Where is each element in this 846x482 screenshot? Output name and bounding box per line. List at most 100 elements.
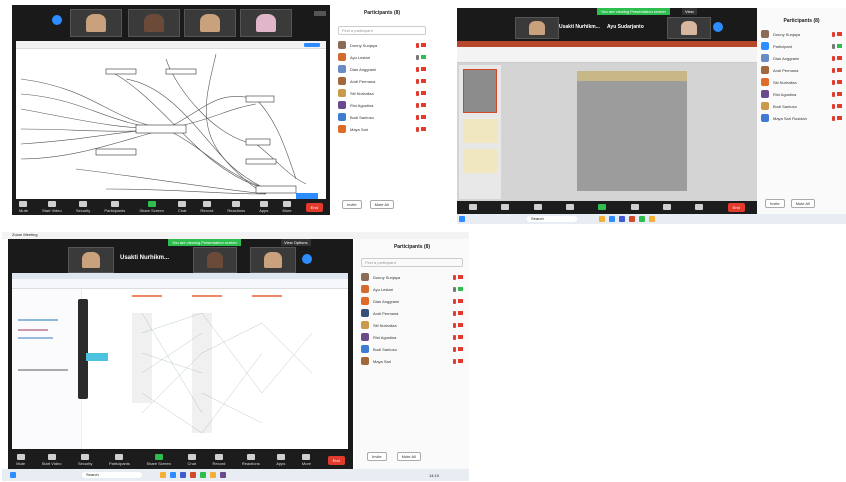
participant-row[interactable]: Andi Permana xyxy=(361,307,463,319)
security-button[interactable]: Security xyxy=(78,454,92,466)
record-button[interactable]: Record xyxy=(212,454,225,466)
participant-row[interactable]: Donny Sunjaya xyxy=(338,39,426,51)
mic-muted-icon[interactable] xyxy=(832,31,835,37)
video-thumb-presenter[interactable] xyxy=(68,247,114,273)
participant-row[interactable]: Participant xyxy=(761,40,842,52)
participant-row[interactable]: Dian Anggraini xyxy=(338,63,426,75)
participant-row[interactable]: Maya Sari Rosidah xyxy=(761,112,842,124)
record-button[interactable] xyxy=(663,204,672,211)
start-video-button[interactable] xyxy=(501,204,510,211)
mic-muted-icon[interactable] xyxy=(453,322,456,328)
participant-row[interactable]: Donny Sunjaya xyxy=(761,28,842,40)
reactions-button[interactable]: Reactions xyxy=(227,201,245,213)
mute-all-button[interactable]: Mute All xyxy=(790,199,815,208)
video-off-icon[interactable] xyxy=(421,103,426,107)
video-thumb-presenter[interactable] xyxy=(515,17,559,39)
mic-muted-icon[interactable] xyxy=(416,126,419,132)
video-off-icon[interactable] xyxy=(458,323,463,327)
video-off-icon[interactable] xyxy=(837,104,842,108)
participant-row[interactable]: Budi Santoso xyxy=(338,111,426,123)
annotation-toolbar[interactable] xyxy=(78,299,88,399)
security-button[interactable]: Security xyxy=(76,201,90,213)
participant-row[interactable]: Dian Anggraini xyxy=(761,52,842,64)
participant-row[interactable]: Maya Sari xyxy=(361,355,463,367)
slide-thumb-1[interactable] xyxy=(463,69,497,113)
chat-button[interactable]: Chat xyxy=(178,201,186,213)
mute-button[interactable] xyxy=(469,204,478,211)
start-icon[interactable] xyxy=(459,216,465,222)
view-options-button[interactable]: View Options xyxy=(281,239,311,246)
apps-button[interactable]: Apps xyxy=(276,454,285,466)
mic-muted-icon[interactable] xyxy=(832,103,835,109)
video-thumb-4[interactable] xyxy=(240,9,292,37)
mic-icon[interactable] xyxy=(416,54,419,60)
taskbar-search-input[interactable]: Search xyxy=(82,472,142,478)
participant-row[interactable]: Rini Agustina xyxy=(338,99,426,111)
video-off-icon[interactable] xyxy=(837,68,842,72)
video-icon[interactable] xyxy=(458,287,463,291)
video-off-icon[interactable] xyxy=(837,80,842,84)
security-button[interactable] xyxy=(533,204,542,211)
slide-thumb-3[interactable] xyxy=(463,149,497,173)
mute-all-button[interactable]: Mute All xyxy=(369,200,394,209)
mic-muted-icon[interactable] xyxy=(416,114,419,120)
mic-muted-icon[interactable] xyxy=(453,298,456,304)
app-icon[interactable] xyxy=(160,472,166,478)
participant-row[interactable]: Ayu Lestari xyxy=(338,51,426,63)
participants-button[interactable] xyxy=(566,204,575,211)
participants-button[interactable]: Participants xyxy=(109,454,130,466)
start-video-button[interactable]: Start Video xyxy=(42,201,62,213)
video-thumb-3[interactable] xyxy=(250,247,296,273)
video-off-icon[interactable] xyxy=(421,67,426,71)
video-off-icon[interactable] xyxy=(421,91,426,95)
video-off-icon[interactable] xyxy=(837,92,842,96)
taskbar-search-input[interactable]: Search xyxy=(527,216,577,222)
app-icon[interactable] xyxy=(200,472,206,478)
video-off-icon[interactable] xyxy=(458,275,463,279)
video-off-icon[interactable] xyxy=(458,347,463,351)
video-off-icon[interactable] xyxy=(421,115,426,119)
video-off-icon[interactable] xyxy=(458,359,463,363)
share-screen-button[interactable] xyxy=(598,204,607,211)
video-icon[interactable] xyxy=(421,55,426,59)
more-button[interactable] xyxy=(695,204,704,211)
mic-muted-icon[interactable] xyxy=(416,102,419,108)
mic-muted-icon[interactable] xyxy=(832,55,835,61)
participant-row[interactable]: Siti Nurhaliza xyxy=(338,87,426,99)
app-icon[interactable] xyxy=(599,216,605,222)
invite-button[interactable]: Invite xyxy=(765,199,785,208)
video-thumb-3[interactable] xyxy=(184,9,236,37)
video-off-icon[interactable] xyxy=(458,299,463,303)
mic-muted-icon[interactable] xyxy=(832,91,835,97)
share-button[interactable] xyxy=(304,43,320,47)
video-off-icon[interactable] xyxy=(421,127,426,131)
app-icon[interactable] xyxy=(190,472,196,478)
app-icon[interactable] xyxy=(639,216,645,222)
share-screen-button[interactable]: Share Screen xyxy=(146,454,171,466)
app-icon[interactable] xyxy=(220,472,226,478)
participant-search-input[interactable]: Find a participant xyxy=(338,26,426,35)
mic-muted-icon[interactable] xyxy=(416,90,419,96)
mute-all-button[interactable]: Mute All xyxy=(396,452,421,461)
chat-button[interactable]: Chat xyxy=(187,454,196,466)
mute-button[interactable]: Mute xyxy=(19,201,28,213)
apps-button[interactable]: Apps xyxy=(259,201,268,213)
slide-thumb-2[interactable] xyxy=(463,119,497,143)
mic-muted-icon[interactable] xyxy=(832,79,835,85)
app-icon[interactable] xyxy=(649,216,655,222)
reactions-button[interactable]: Reactions xyxy=(242,454,260,466)
more-button[interactable]: More xyxy=(302,454,311,466)
video-thumb-1[interactable] xyxy=(70,9,122,37)
mic-muted-icon[interactable] xyxy=(832,115,835,121)
invite-button[interactable]: Invite xyxy=(342,200,362,209)
video-off-icon[interactable] xyxy=(458,335,463,339)
video-off-icon[interactable] xyxy=(421,79,426,83)
more-button[interactable]: More xyxy=(282,201,292,213)
mic-muted-icon[interactable] xyxy=(453,334,456,340)
participant-row[interactable]: Dian Anggraini xyxy=(361,295,463,307)
participant-row[interactable]: Andi Permana xyxy=(761,64,842,76)
view-icon[interactable] xyxy=(314,11,326,16)
share-screen-button[interactable]: Share Screen xyxy=(139,201,164,213)
video-off-icon[interactable] xyxy=(458,311,463,315)
mic-muted-icon[interactable] xyxy=(832,67,835,73)
